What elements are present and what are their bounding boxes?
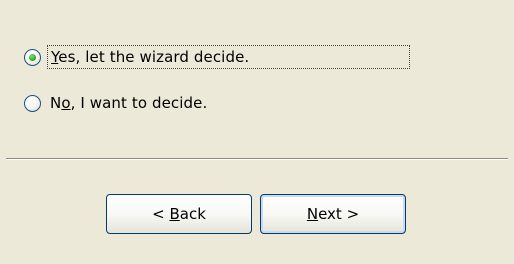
button-text-prefix: < bbox=[152, 205, 170, 223]
radio-option-wizard-decide[interactable]: Yes, let the wizard decide. bbox=[24, 43, 411, 71]
radio-option-manual-decide[interactable]: No, I want to decide. bbox=[24, 89, 210, 117]
button-text: ext > bbox=[318, 205, 360, 223]
radio-button-manual-decide[interactable] bbox=[24, 94, 41, 112]
radio-button-wizard-decide[interactable] bbox=[24, 48, 41, 66]
accelerator-key: o bbox=[61, 94, 71, 112]
separator-line bbox=[6, 158, 508, 160]
accelerator-key: B bbox=[169, 205, 180, 223]
radio-label-wizard-decide[interactable]: Yes, let the wizard decide. bbox=[47, 45, 411, 69]
accelerator-key: N bbox=[306, 205, 319, 223]
button-text: ack bbox=[179, 205, 206, 223]
label-text-prefix: N bbox=[50, 94, 62, 112]
back-button[interactable]: < Back bbox=[106, 194, 252, 234]
next-button[interactable]: Next > bbox=[260, 194, 406, 234]
label-text: , I want to decide. bbox=[70, 94, 208, 112]
label-text: es, let the wizard decide. bbox=[58, 48, 250, 66]
radio-label-manual-decide[interactable]: No, I want to decide. bbox=[47, 92, 210, 114]
